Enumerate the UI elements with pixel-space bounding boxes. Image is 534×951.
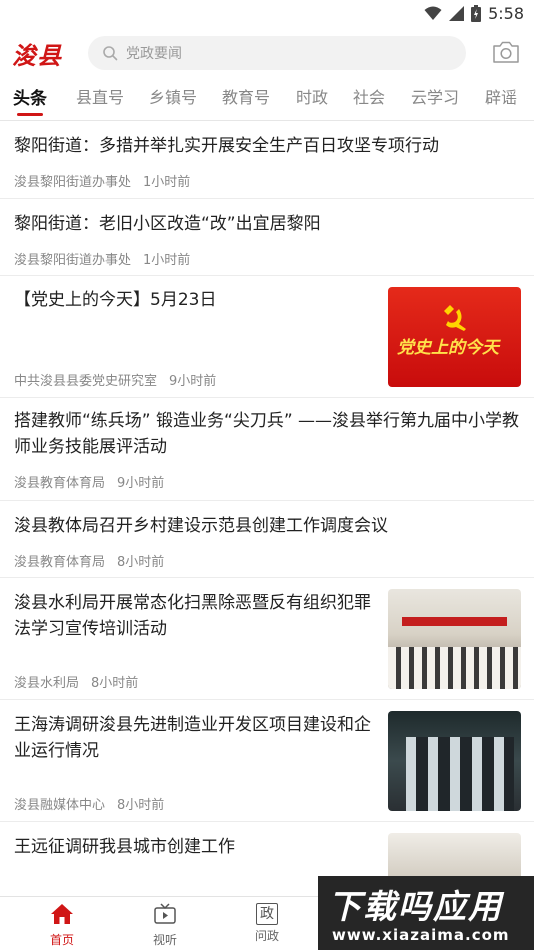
news-thumbnail[interactable]: 党史上的今天 <box>388 287 521 387</box>
camera-icon[interactable] <box>492 40 520 64</box>
news-source: 浚县教育体育局 <box>14 555 106 570</box>
news-meta: 浚县教育体育局 8小时前 <box>14 551 164 570</box>
news-meta: 浚县黎阳街道办事处 1小时前 <box>14 249 190 268</box>
tab-education[interactable]: 教育号 <box>222 84 270 108</box>
tab-politics[interactable]: 时政 <box>296 84 328 108</box>
tab-rumor-refute[interactable]: 辟谣 <box>485 84 517 108</box>
status-icons: 5:58 <box>424 4 524 23</box>
nav-inquiry[interactable]: 政 问政 <box>237 903 297 944</box>
news-time: 9小时前 <box>169 374 217 389</box>
news-title[interactable]: 浚县教体局召开乡村建设示范县创建工作调度会议 <box>14 513 520 539</box>
news-title[interactable]: 【党史上的今天】5月23日 <box>14 287 374 313</box>
wifi-icon <box>424 6 442 20</box>
news-source: 浚县融媒体中心 <box>14 798 106 813</box>
app-logo[interactable]: 浚县 <box>12 36 62 71</box>
news-meta: 浚县黎阳街道办事处 1小时前 <box>14 171 190 190</box>
news-item[interactable]: 【党史上的今天】5月23日 中共浚县县委党史研究室 9小时前 党史上的今天 <box>0 276 534 398</box>
tab-headlines[interactable]: 头条 <box>13 84 47 109</box>
battery-icon <box>471 5 482 22</box>
news-source: 浚县黎阳街道办事处 <box>14 253 132 268</box>
active-tab-indicator <box>17 113 43 116</box>
tab-society[interactable]: 社会 <box>353 84 385 108</box>
party-emblem-icon <box>444 305 466 331</box>
news-title[interactable]: 黎阳街道：多措并举扎实开展安全生产百日攻坚专项行动 <box>14 133 520 159</box>
news-thumbnail[interactable] <box>388 589 521 689</box>
news-time: 8小时前 <box>117 798 165 813</box>
nav-audio-video[interactable]: 视听 <box>135 903 195 948</box>
news-item[interactable]: 王海涛调研浚县先进制造业开发区项目建设和企业运行情况 浚县融媒体中心 8小时前 <box>0 700 534 822</box>
news-meta: 中共浚县县委党史研究室 9小时前 <box>14 370 216 389</box>
news-source: 浚县水利局 <box>14 676 80 691</box>
search-icon <box>102 45 118 61</box>
photo-banner <box>402 617 507 626</box>
photo-people <box>406 737 514 811</box>
nav-label: 视听 <box>152 933 177 947</box>
nav-label: 问政 <box>254 929 279 943</box>
watermark-url: www.xiazaima.com <box>332 926 510 944</box>
news-thumbnail[interactable] <box>388 711 521 811</box>
news-time: 1小时前 <box>143 253 191 268</box>
news-time: 8小时前 <box>117 555 165 570</box>
news-title[interactable]: 搭建教师“练兵场” 锻造业务“尖刀兵” ——浚县举行第九届中小学教师业务技能展评… <box>14 408 522 460</box>
watermark: 下载吗应用 www.xiazaima.com <box>318 876 534 950</box>
nav-home[interactable]: 首页 <box>32 903 92 948</box>
tab-county-direct[interactable]: 县直号 <box>76 84 124 108</box>
nav-label: 首页 <box>49 933 74 947</box>
search-placeholder: 党政要闻 <box>126 46 182 62</box>
news-item[interactable]: 浚县教体局召开乡村建设示范县创建工作调度会议 浚县教育体育局 8小时前 <box>0 501 534 578</box>
news-title[interactable]: 浚县水利局开展常态化扫黑除恶暨反有组织犯罪法学习宣传培训活动 <box>14 590 374 642</box>
news-title[interactable]: 王海涛调研浚县先进制造业开发区项目建设和企业运行情况 <box>14 712 374 764</box>
news-item[interactable]: 浚县水利局开展常态化扫黑除恶暨反有组织犯罪法学习宣传培训活动 浚县水利局 8小时前 <box>0 578 534 700</box>
news-time: 8小时前 <box>91 676 139 691</box>
news-source: 浚县黎阳街道办事处 <box>14 175 132 190</box>
news-meta: 浚县融媒体中心 8小时前 <box>14 794 164 813</box>
news-item[interactable]: 黎阳街道：多措并举扎实开展安全生产百日攻坚专项行动 浚县黎阳街道办事处 1小时前 <box>0 121 534 199</box>
tv-icon <box>154 903 176 924</box>
photo-audience <box>388 647 521 689</box>
status-bar: 5:58 <box>0 0 534 28</box>
news-title[interactable]: 黎阳街道：老旧小区改造“改”出宜居黎阳 <box>14 211 520 237</box>
header: 浚县 党政要闻 <box>0 28 534 78</box>
signal-icon <box>449 6 465 21</box>
news-time: 1小时前 <box>143 175 191 190</box>
news-feed[interactable]: 黎阳街道：多措并举扎实开展安全生产百日攻坚专项行动 浚县黎阳街道办事处 1小时前 … <box>0 121 534 896</box>
news-meta: 浚县水利局 8小时前 <box>14 672 138 691</box>
search-bar[interactable]: 党政要闻 <box>88 36 466 70</box>
watermark-title: 下载吗应用 <box>328 887 503 926</box>
tab-cloud-study[interactable]: 云学习 <box>411 84 459 108</box>
home-icon <box>51 904 73 924</box>
zheng-icon: 政 <box>256 903 278 925</box>
news-time: 9小时前 <box>117 476 165 491</box>
news-title[interactable]: 王远征调研我县城市创建工作 <box>14 834 374 860</box>
channel-tabs: 头条 县直号 乡镇号 教育号 时政 社会 云学习 辟谣 <box>0 78 534 121</box>
thumbnail-caption: 党史上的今天 <box>397 338 499 358</box>
status-time: 5:58 <box>488 4 524 23</box>
tab-townships[interactable]: 乡镇号 <box>149 84 197 108</box>
news-source: 中共浚县县委党史研究室 <box>14 374 158 389</box>
news-item[interactable]: 黎阳街道：老旧小区改造“改”出宜居黎阳 浚县黎阳街道办事处 1小时前 <box>0 199 534 276</box>
news-source: 浚县教育体育局 <box>14 476 106 491</box>
news-item[interactable]: 搭建教师“练兵场” 锻造业务“尖刀兵” ——浚县举行第九届中小学教师业务技能展评… <box>0 398 534 501</box>
news-meta: 浚县教育体育局 9小时前 <box>14 472 164 491</box>
